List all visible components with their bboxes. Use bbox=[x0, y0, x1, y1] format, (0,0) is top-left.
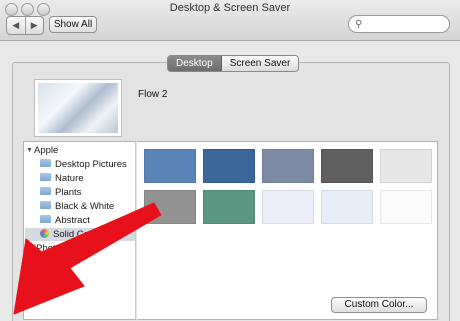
source-item-desktop-pictures[interactable]: Desktop Pictures bbox=[40, 158, 127, 171]
color-swatch[interactable] bbox=[144, 149, 196, 183]
current-picture-name: Flow 2 bbox=[138, 89, 168, 100]
folder-icon bbox=[40, 159, 51, 167]
current-desktop-preview bbox=[34, 79, 122, 137]
tab-desktop[interactable]: Desktop bbox=[168, 56, 222, 71]
disclosure-closed-icon[interactable]: ▶ bbox=[26, 256, 31, 269]
source-item-label: Solid Colors bbox=[53, 229, 105, 240]
color-swatch[interactable] bbox=[380, 190, 432, 224]
color-swatch-grid: Custom Color... bbox=[137, 141, 438, 320]
source-item-nature[interactable]: Nature bbox=[40, 172, 84, 185]
color-swatch[interactable] bbox=[144, 190, 196, 224]
title-bar: Desktop & Screen Saver ◀ ▶ Show All ⚲ bbox=[0, 0, 460, 41]
source-list: ▼ Apple Desktop Pictures Nature Plants B… bbox=[23, 141, 136, 320]
custom-color-button[interactable]: Custom Color... bbox=[331, 297, 427, 313]
color-swatch[interactable] bbox=[262, 149, 314, 183]
color-swatch[interactable] bbox=[380, 149, 432, 183]
color-wheel-icon bbox=[40, 229, 49, 238]
folder-icon bbox=[40, 187, 51, 195]
source-group-iphoto[interactable]: ▶ iPhoto bbox=[26, 242, 61, 255]
source-group-label: iPhoto bbox=[34, 243, 61, 254]
source-group-folders[interactable]: ▶ Folders bbox=[26, 256, 66, 269]
color-swatch[interactable] bbox=[203, 149, 255, 183]
source-item-abstract[interactable]: Abstract bbox=[40, 214, 90, 227]
show-all-button[interactable]: Show All bbox=[49, 16, 97, 33]
window-title: Desktop & Screen Saver bbox=[169, 2, 291, 14]
forward-arrow-icon[interactable]: ▶ bbox=[26, 17, 44, 34]
color-swatch[interactable] bbox=[321, 149, 373, 183]
folder-icon bbox=[40, 201, 51, 209]
search-icon: ⚲ bbox=[355, 19, 363, 30]
color-swatch[interactable] bbox=[203, 190, 255, 224]
source-item-label: Abstract bbox=[55, 215, 90, 226]
source-item-label: Black & White bbox=[55, 201, 115, 212]
tab-screen-saver[interactable]: Screen Saver bbox=[221, 56, 299, 71]
folder-icon bbox=[40, 173, 51, 181]
source-item-label: Desktop Pictures bbox=[55, 159, 127, 170]
tab-bar: Desktop Screen Saver bbox=[167, 55, 300, 72]
color-swatch[interactable] bbox=[321, 190, 373, 224]
source-item-solid-colors[interactable]: Solid Colors bbox=[40, 228, 104, 241]
source-group-apple[interactable]: ▼ Apple bbox=[26, 144, 58, 157]
disclosure-open-icon[interactable]: ▼ bbox=[26, 144, 33, 157]
color-swatch[interactable] bbox=[262, 190, 314, 224]
back-forward-control[interactable]: ◀ ▶ bbox=[6, 16, 44, 35]
source-item-label: Nature bbox=[55, 173, 84, 184]
source-item-plants[interactable]: Plants bbox=[40, 186, 81, 199]
search-field[interactable]: ⚲ bbox=[348, 15, 450, 33]
disclosure-closed-icon[interactable]: ▶ bbox=[26, 242, 31, 255]
search-input[interactable] bbox=[367, 17, 449, 33]
preview-image bbox=[38, 83, 118, 133]
source-item-label: Plants bbox=[55, 187, 82, 198]
back-arrow-icon[interactable]: ◀ bbox=[7, 17, 26, 34]
source-group-label: Apple bbox=[34, 145, 59, 156]
folder-icon bbox=[40, 215, 51, 223]
source-item-black-white[interactable]: Black & White bbox=[40, 200, 114, 213]
source-group-label: Folders bbox=[34, 257, 66, 268]
